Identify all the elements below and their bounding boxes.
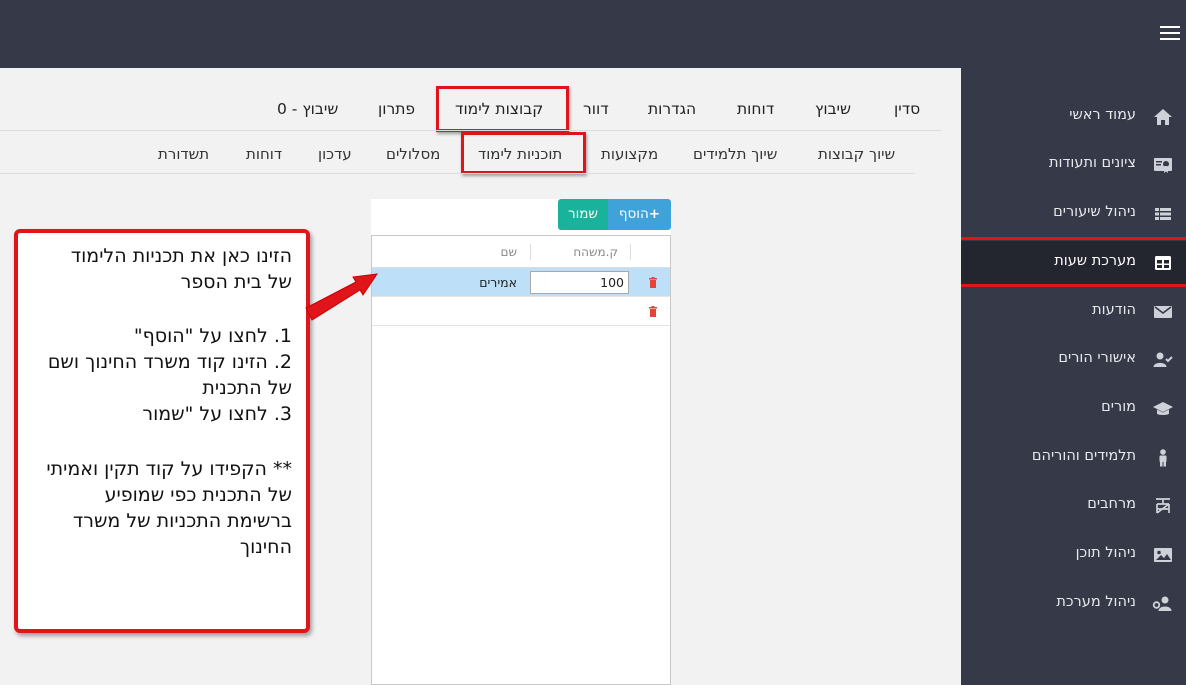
subtab-subjects[interactable]: מקצועות <box>601 145 658 163</box>
sidebar-item-messages[interactable]: הודעות <box>961 290 1186 334</box>
sidebar-item-label: עמוד ראשי <box>1069 107 1136 123</box>
column-separator <box>530 244 531 260</box>
callout-line: 2. הזינו קוד משרד החינוך ושם <box>47 351 292 373</box>
subtab-update[interactable]: עדכון <box>318 145 352 163</box>
sidebar-item-label: מרחבים <box>1087 496 1136 512</box>
sidebar-item-label: מורים <box>1101 399 1136 415</box>
programs-grid: ק.משהח שם 100 אמירים <box>371 235 671 685</box>
sidebar-item-rooms[interactable]: מרחבים <box>961 484 1186 528</box>
subtab-broadcast[interactable]: תשדורת <box>158 145 209 163</box>
image-icon <box>1154 548 1172 562</box>
program-name-cell[interactable]: אמירים <box>479 275 517 290</box>
sidebar-item-label: הודעות <box>1092 302 1136 318</box>
subtab-tracks[interactable]: מסלולים <box>386 145 440 163</box>
sidebar-item-label: תלמידים והוריהם <box>1031 448 1136 464</box>
child-icon <box>1159 449 1167 467</box>
callout-line: ** הקפידו על קוד תקין ואמיתי <box>46 458 292 480</box>
table-row[interactable]: 100 אמירים <box>372 268 670 297</box>
table-icon <box>1155 256 1171 270</box>
callout-line: של התכנית כפי שמופיע <box>104 484 292 506</box>
tab-placement[interactable]: שיבוץ <box>815 100 851 118</box>
sidebar: עמוד ראשי ציונים ותעודות ניהול שיעורים מ… <box>958 68 1186 685</box>
sidebar-item-label: ניהול מערכת <box>1056 594 1136 610</box>
main-tabs-divider <box>0 130 941 131</box>
home-icon <box>1154 109 1172 125</box>
top-bar <box>0 0 1186 68</box>
sidebar-item-label: אישורי הורים <box>1058 350 1136 366</box>
sidebar-item-grades[interactable]: ציונים ותעודות <box>961 143 1186 187</box>
save-button[interactable]: שמור <box>558 199 608 230</box>
callout-line: הזינו כאן את תכניות הלימוד <box>70 245 292 267</box>
sub-tabs-divider <box>0 173 915 174</box>
sidebar-item-timetable[interactable]: מערכת שעות <box>958 237 1186 287</box>
graduation-cap-icon <box>1153 402 1173 415</box>
sidebar-item-system[interactable]: ניהול מערכת <box>961 582 1186 626</box>
user-check-icon <box>1153 352 1173 367</box>
sidebar-item-label: ניהול תוכן <box>1075 545 1136 561</box>
subtab-reports[interactable]: דוחות <box>246 145 282 163</box>
callout-line: של התכנית <box>202 377 292 399</box>
tab-mail[interactable]: דוור <box>583 100 609 118</box>
room-icon <box>1156 498 1170 514</box>
envelope-icon <box>1154 306 1172 318</box>
hamburger-menu-icon[interactable] <box>1160 26 1182 42</box>
delete-row-icon[interactable] <box>648 277 658 288</box>
add-button-label: הוסף <box>618 206 649 222</box>
column-header-name[interactable]: שם <box>501 245 517 259</box>
callout-line: ברשימת התכניות של משרד <box>72 510 292 532</box>
callout-line: 3. לחצו על "שמור <box>142 403 292 425</box>
sidebar-item-students-parents[interactable]: תלמידים והוריהם <box>961 436 1186 480</box>
callout-line: 1. לחצו על "הוסף" <box>133 325 292 347</box>
tab-placement-count[interactable]: שיבוץ - 0 <box>277 100 338 118</box>
grid-header: ק.משהח שם <box>372 236 670 268</box>
tab-settings[interactable]: הגדרות <box>648 100 696 118</box>
callout-line: של בית הספר <box>180 271 292 293</box>
certificate-icon <box>1154 158 1172 173</box>
sidebar-item-lessons[interactable]: ניהול שיעורים <box>961 192 1186 236</box>
list-icon <box>1155 208 1171 220</box>
add-button[interactable]: +הוסף <box>608 199 671 230</box>
subtab-group-assignment[interactable]: שיוך קבוצות <box>818 145 895 163</box>
study-programs-highlight-box <box>461 132 586 174</box>
sidebar-item-home[interactable]: עמוד ראשי <box>961 95 1186 139</box>
sidebar-item-label: ציונים ותעודות <box>1049 155 1136 171</box>
plus-icon: + <box>648 206 661 222</box>
tab-sadin[interactable]: סדין <box>894 100 920 118</box>
callout-line: החינוך <box>239 536 292 558</box>
column-separator <box>630 244 631 260</box>
sidebar-item-teachers[interactable]: מורים <box>961 387 1186 431</box>
sidebar-item-label: מערכת שעות <box>1054 253 1136 269</box>
tab-reports[interactable]: דוחות <box>737 100 774 118</box>
subtab-student-assignment[interactable]: שיוך תלמידים <box>693 145 777 163</box>
instructions-callout: הזינו כאן את תכניות הלימוד של בית הספר 1… <box>14 229 310 633</box>
tab-solution[interactable]: פתרון <box>378 100 415 118</box>
program-code-input[interactable]: 100 <box>530 271 629 294</box>
delete-row-icon[interactable] <box>648 306 658 317</box>
user-cog-icon <box>1152 596 1172 611</box>
sidebar-item-label: ניהול שיעורים <box>1053 204 1136 220</box>
table-row-empty[interactable] <box>372 297 670 326</box>
study-groups-highlight-box <box>436 86 569 132</box>
sidebar-item-parent-approvals[interactable]: אישורי הורים <box>961 338 1186 382</box>
sidebar-item-content[interactable]: ניהול תוכן <box>961 533 1186 577</box>
column-header-code[interactable]: ק.משהח <box>573 245 618 259</box>
